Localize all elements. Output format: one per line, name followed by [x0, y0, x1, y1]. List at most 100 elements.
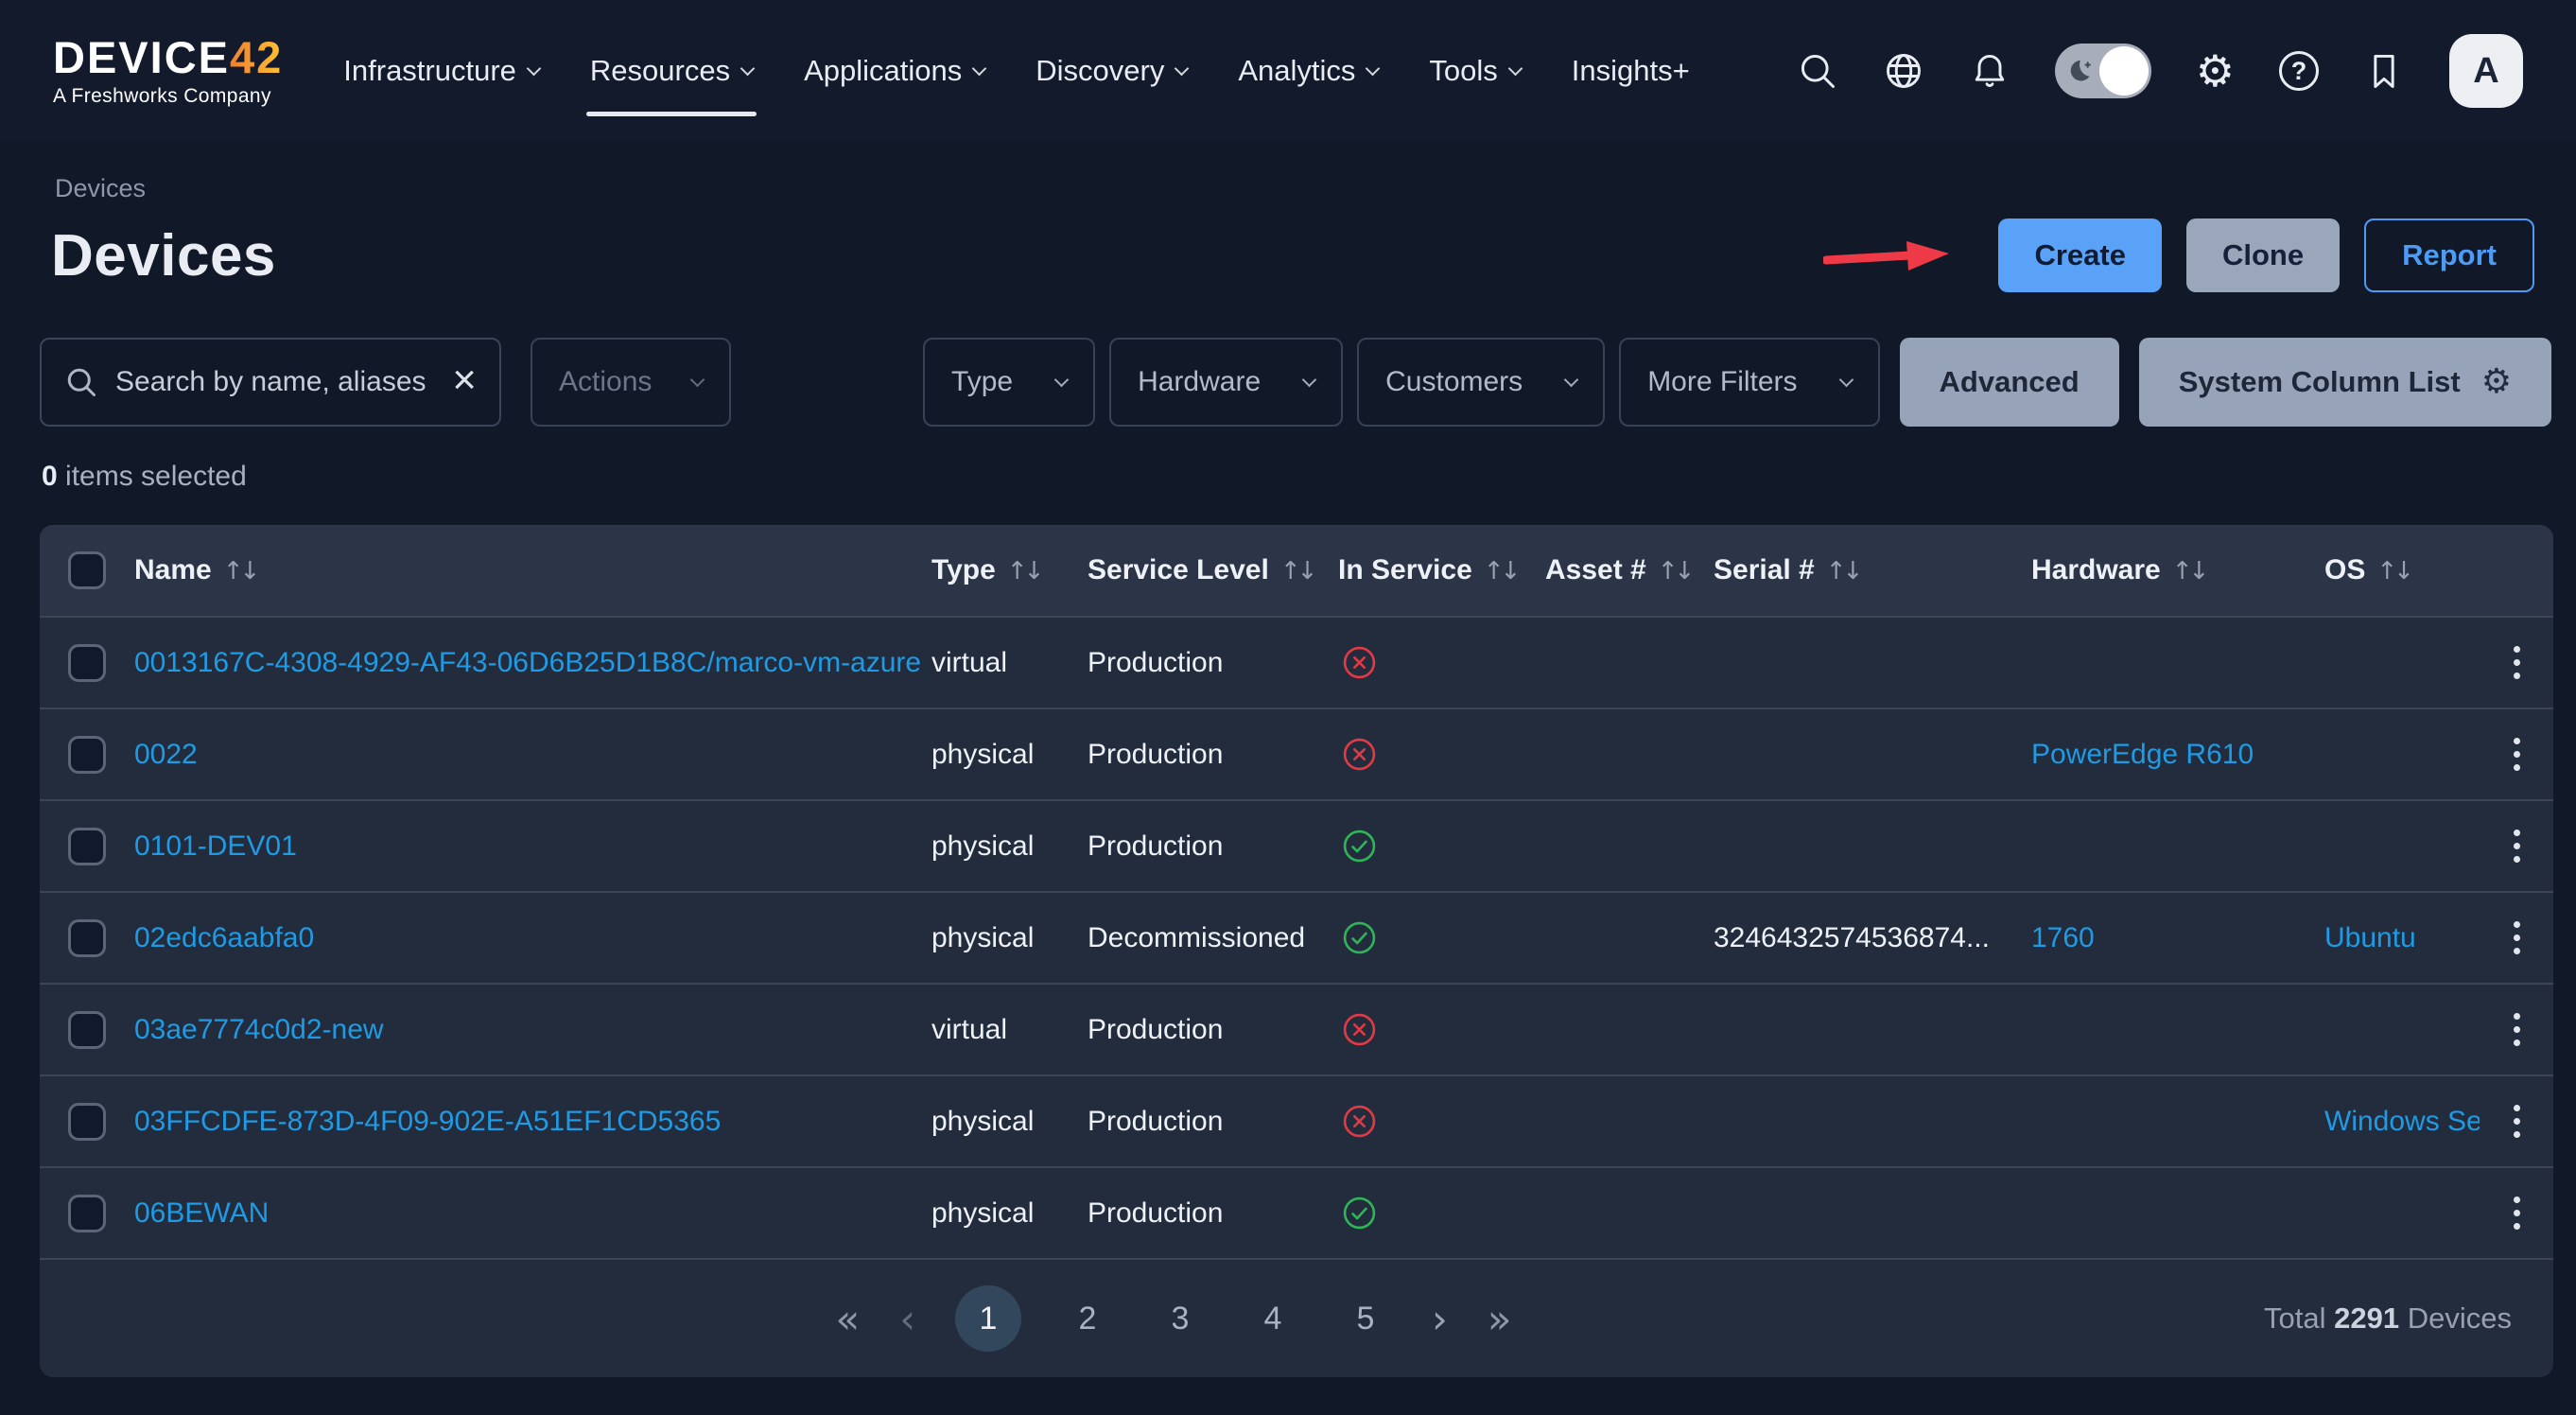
os-link[interactable]: Ubuntu: [2324, 922, 2416, 953]
type-cell: virtual: [931, 1014, 1088, 1046]
row-checkbox[interactable]: [68, 736, 106, 774]
serial-cell: 3246432574536874...: [1714, 922, 2031, 954]
pagination-page-3[interactable]: 3: [1154, 1301, 1207, 1337]
nav-item-applications[interactable]: Applications: [804, 54, 984, 88]
row-checkbox[interactable]: [68, 1011, 106, 1049]
row-checkbox[interactable]: [68, 828, 106, 865]
page-content: Devices Devices Create Clone Report × Ac…: [0, 174, 2576, 1377]
page-header-row: Devices Create Clone Report: [51, 218, 2534, 292]
row-actions-menu-icon[interactable]: [2480, 912, 2553, 964]
device-name-cell: 02edc6aabfa0: [134, 922, 931, 954]
column-header-hardware[interactable]: Hardware↑↓: [2031, 554, 2324, 586]
help-icon[interactable]: ?: [2279, 51, 2319, 91]
chevron-down-icon: [1838, 372, 1854, 387]
nav-item-analytics[interactable]: Analytics: [1238, 54, 1378, 88]
row-checkbox[interactable]: [68, 1195, 106, 1232]
row-actions-menu-icon[interactable]: [2480, 728, 2553, 780]
row-checkbox[interactable]: [68, 1103, 106, 1141]
in-service-no-icon: [1338, 1012, 1545, 1047]
pagination-prev[interactable]: ‹: [899, 1296, 915, 1342]
device-name-link[interactable]: 06BEWAN: [134, 1197, 269, 1229]
table-footer: « ‹ 1 2 3 4 5 › » Total 2291 Devices: [40, 1258, 2553, 1377]
in-service-yes-icon: [1338, 829, 1545, 864]
breadcrumb[interactable]: Devices: [55, 174, 2576, 203]
pagination-last[interactable]: »: [1488, 1296, 1512, 1342]
advanced-button[interactable]: Advanced: [1900, 338, 2119, 427]
column-header-os[interactable]: OS↑↓: [2324, 554, 2480, 586]
table-row: 06BEWANphysicalProduction: [40, 1166, 2553, 1258]
row-menu-cell: [2480, 637, 2553, 689]
filter-dropdown-type[interactable]: Type: [923, 338, 1095, 427]
row-menu-cell: [2480, 1004, 2553, 1056]
row-checkbox[interactable]: [68, 644, 106, 682]
nav-item-infrastructure[interactable]: Infrastructure: [343, 54, 539, 88]
pagination-first[interactable]: «: [836, 1296, 861, 1342]
column-label: Hardware: [2031, 554, 2161, 585]
gear-icon: ⚙: [2481, 365, 2512, 399]
pagination-page-5[interactable]: 5: [1339, 1301, 1392, 1337]
column-header-in-service[interactable]: In Service↑↓: [1338, 554, 1545, 586]
row-actions-menu-icon[interactable]: [2480, 1004, 2553, 1056]
row-menu-cell: [2480, 728, 2553, 780]
row-checkbox[interactable]: [68, 919, 106, 957]
row-actions-menu-icon[interactable]: [2480, 1187, 2553, 1239]
column-label: OS: [2324, 554, 2365, 585]
theme-toggle[interactable]: [2055, 44, 2151, 98]
column-label: Asset #: [1545, 554, 1646, 585]
settings-icon[interactable]: ⚙: [2196, 49, 2235, 93]
sort-icon: ↑↓: [223, 557, 257, 585]
table-row: 0022physicalProductionPowerEdge R610: [40, 708, 2553, 799]
row-actions-menu-icon[interactable]: [2480, 637, 2553, 689]
notifications-icon[interactable]: [1969, 50, 2010, 92]
column-label: Type: [931, 554, 996, 585]
filter-dropdown-hardware[interactable]: Hardware: [1109, 338, 1343, 427]
nav-item-tools[interactable]: Tools: [1429, 54, 1520, 88]
total-suffix: Devices: [2408, 1301, 2512, 1335]
hardware-link[interactable]: PowerEdge R610: [2031, 739, 2254, 770]
devices-table: Name↑↓Type↑↓Service Level↑↓In Service↑↓A…: [40, 525, 2553, 1377]
pagination-page-4[interactable]: 4: [1246, 1301, 1299, 1337]
nav-item-insights+[interactable]: Insights+: [1572, 54, 1690, 88]
globe-icon[interactable]: [1883, 50, 1924, 92]
pagination-page-1[interactable]: 1: [955, 1285, 1021, 1352]
pagination-next[interactable]: ›: [1432, 1296, 1448, 1342]
user-avatar[interactable]: A: [2449, 34, 2523, 108]
filter-dropdown-customers[interactable]: Customers: [1357, 338, 1605, 427]
device-name-link[interactable]: 03ae7774c0d2-new: [134, 1014, 384, 1045]
search-icon[interactable]: [1797, 50, 1838, 92]
clear-search-icon[interactable]: ×: [452, 359, 477, 401]
search-input[interactable]: [115, 366, 435, 398]
device-name-link[interactable]: 02edc6aabfa0: [134, 922, 314, 953]
system-column-list-button[interactable]: System Column List ⚙: [2139, 338, 2551, 427]
clone-button[interactable]: Clone: [2186, 218, 2340, 292]
actions-dropdown[interactable]: Actions: [531, 338, 731, 427]
row-menu-cell: [2480, 1095, 2553, 1147]
row-actions-menu-icon[interactable]: [2480, 1095, 2553, 1147]
pagination-page-2[interactable]: 2: [1061, 1301, 1114, 1337]
column-header-name[interactable]: Name↑↓: [134, 554, 931, 586]
table-body: 0013167C-4308-4929-AF43-06D6B25D1B8C/mar…: [40, 616, 2553, 1258]
hardware-link[interactable]: 1760: [2031, 922, 2095, 953]
actions-label: Actions: [559, 366, 652, 398]
column-header-asset[interactable]: Asset #↑↓: [1545, 554, 1714, 586]
device-name-link[interactable]: 0022: [134, 739, 198, 770]
nav-item-resources[interactable]: Resources: [590, 54, 753, 88]
nav-item-discovery[interactable]: Discovery: [1036, 54, 1187, 88]
bookmark-icon[interactable]: [2363, 50, 2405, 92]
total-devices: Total 2291 Devices: [2264, 1301, 2512, 1336]
column-header-serial[interactable]: Serial #↑↓: [1714, 554, 2031, 586]
device42-logo[interactable]: DEVICE42 A Freshworks Company: [53, 35, 283, 108]
device-name-link[interactable]: 0101-DEV01: [134, 830, 297, 862]
device-name-cell: 0101-DEV01: [134, 830, 931, 863]
column-header-service-level[interactable]: Service Level↑↓: [1088, 554, 1338, 586]
device-name-link[interactable]: 0013167C-4308-4929-AF43-06D6B25D1B8C/mar…: [134, 647, 921, 678]
navbar-icons: ⚙ ? A: [1797, 34, 2523, 108]
create-button[interactable]: Create: [1998, 218, 2162, 292]
row-actions-menu-icon[interactable]: [2480, 820, 2553, 872]
os-link[interactable]: Windows Se: [2324, 1106, 2480, 1137]
report-button[interactable]: Report: [2364, 218, 2534, 292]
select-all-checkbox[interactable]: [68, 551, 106, 589]
device-name-link[interactable]: 03FFCDFE-873D-4F09-902E-A51EF1CD5365: [134, 1106, 721, 1137]
filter-dropdown-more-filters[interactable]: More Filters: [1619, 338, 1879, 427]
column-header-type[interactable]: Type↑↓: [931, 554, 1088, 586]
